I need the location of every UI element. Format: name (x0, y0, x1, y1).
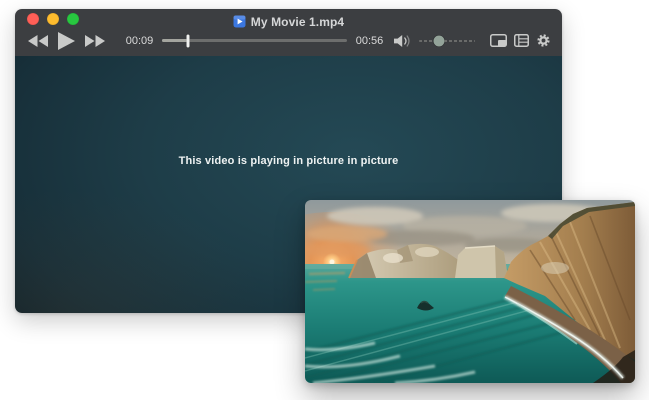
volume-slider[interactable] (419, 40, 475, 42)
speaker-volume-icon (394, 34, 413, 48)
playhead-handle[interactable] (186, 34, 189, 47)
titlebar[interactable]: My Movie 1.mp4 (15, 9, 562, 29)
table-list-icon (514, 34, 529, 47)
desktop-background: My Movie 1.mp4 (0, 0, 649, 400)
play-icon (58, 32, 75, 50)
fast-forward-icon (85, 35, 105, 47)
pip-status-message: This video is playing in picture in pict… (15, 155, 562, 167)
mute-button[interactable] (394, 34, 413, 48)
close-button[interactable] (27, 13, 39, 25)
window-title: My Movie 1.mp4 (233, 15, 344, 29)
movie-file-icon (233, 15, 246, 28)
pip-button[interactable] (490, 34, 507, 47)
window-title-text: My Movie 1.mp4 (251, 15, 344, 29)
elapsed-time: 00:09 (123, 35, 156, 47)
picture-in-picture-window[interactable] (305, 200, 635, 383)
timeline-played-track (162, 39, 188, 42)
remaining-time: 00:56 (353, 35, 386, 47)
settings-button[interactable] (536, 33, 551, 48)
timeline-scrubber[interactable] (162, 39, 347, 42)
traffic-lights (27, 9, 79, 29)
rewind-icon (28, 35, 48, 47)
chapters-button[interactable] (514, 34, 529, 47)
picture-in-picture-icon (490, 34, 507, 47)
pip-video-frame (305, 200, 635, 383)
playback-controls: 00:09 00:56 (15, 29, 562, 56)
transport-controls (28, 32, 105, 50)
zoom-button[interactable] (67, 13, 79, 25)
fast-forward-button[interactable] (85, 35, 105, 47)
minimize-button[interactable] (47, 13, 59, 25)
gear-icon (536, 33, 551, 48)
rewind-button[interactable] (28, 35, 48, 47)
volume-knob[interactable] (434, 35, 445, 46)
play-button[interactable] (58, 32, 75, 50)
